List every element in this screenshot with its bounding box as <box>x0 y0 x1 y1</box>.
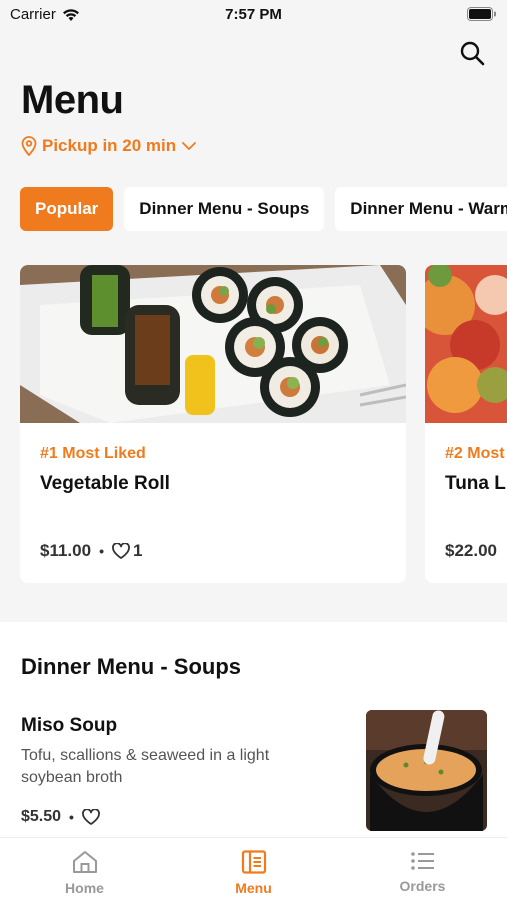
like-count: 1 <box>132 541 143 560</box>
featured-card[interactable]: #1 Most Liked Vegetable Roll $11.00 • 1 <box>20 265 406 583</box>
page-title: Menu <box>21 78 124 122</box>
separator-dot: • <box>99 543 104 559</box>
separator-dot: • <box>69 809 74 825</box>
category-chip-popular[interactable]: Popular <box>20 187 114 231</box>
menu-item-meta: $5.50 • <box>21 808 100 826</box>
location-pin-icon <box>21 136 37 156</box>
home-icon <box>72 851 97 873</box>
category-tabs: Popular Dinner Menu - Soups Dinner Menu … <box>20 187 507 231</box>
miso-soup-photo[interactable] <box>366 710 487 831</box>
heart-icon <box>112 543 130 559</box>
chevron-down-icon <box>182 142 197 150</box>
pickup-selector[interactable]: Pickup in 20 min <box>21 136 197 156</box>
category-chip-dinner-soups[interactable]: Dinner Menu - Soups <box>124 187 325 231</box>
pickup-label: Pickup in 20 min <box>42 136 177 155</box>
menu-item-price: $5.50 <box>21 808 62 825</box>
tab-home[interactable]: Home <box>0 838 169 900</box>
bottom-tab-bar: Home Menu Orders <box>0 837 507 900</box>
card-rank-label: #1 Most Liked <box>40 445 146 462</box>
card-price: $11.00 <box>40 541 92 560</box>
card-item-name: Tuna L <box>445 473 506 494</box>
vegetable-roll-photo <box>20 265 406 423</box>
heart-icon[interactable] <box>82 809 100 825</box>
featured-card[interactable]: #2 Most Liked Tuna L $22.00 <box>425 265 507 583</box>
search-icon <box>460 41 485 66</box>
section-title: Dinner Menu - Soups <box>21 654 241 679</box>
battery-icon <box>467 7 497 26</box>
card-item-name: Vegetable Roll <box>40 473 170 494</box>
tab-label: Menu <box>235 880 272 896</box>
menu-book-icon <box>241 850 266 874</box>
tab-label: Orders <box>399 878 446 894</box>
card-meta: $22.00 <box>445 541 497 561</box>
tuna-roll-photo <box>425 265 507 423</box>
featured-carousel: #1 Most Liked Vegetable Roll $11.00 • 1 <box>20 265 507 583</box>
menu-section-soups: Dinner Menu - Soups Miso Soup Tofu, scal… <box>0 622 507 842</box>
category-chip-dinner-warm[interactable]: Dinner Menu - Warm <box>335 187 507 231</box>
tab-menu[interactable]: Menu <box>169 838 338 900</box>
card-meta: $11.00 • 1 <box>40 541 142 561</box>
list-icon <box>410 852 434 870</box>
menu-item-description: Tofu, scallions & seaweed in a light soy… <box>21 747 270 786</box>
card-rank-label: #2 Most Liked <box>445 445 507 462</box>
search-button[interactable] <box>457 38 487 68</box>
tab-orders[interactable]: Orders <box>338 838 507 900</box>
like-button[interactable]: 1 <box>112 541 142 561</box>
card-price: $22.00 <box>445 541 497 560</box>
tab-label: Home <box>65 880 104 896</box>
menu-item-name[interactable]: Miso Soup <box>21 715 117 737</box>
status-bar: Carrier 7:57 PM <box>0 0 507 30</box>
status-time: 7:57 PM <box>225 6 282 23</box>
